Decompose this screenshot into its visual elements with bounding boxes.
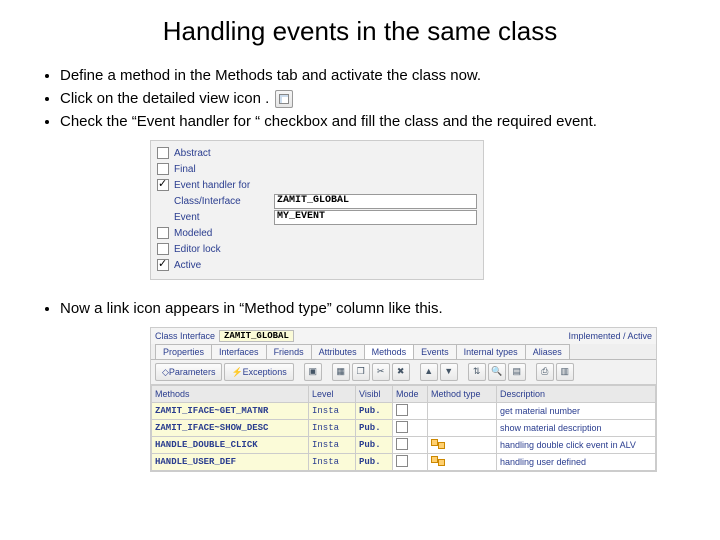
exceptions-button[interactable]: ⚡ Exceptions: [224, 363, 293, 381]
slide-title: Handling events in the same class: [20, 16, 700, 47]
methods-toolbar: ◇ Parameters ⚡ Exceptions ▣ ▦ ❐ ✂ ✖ ▲ ▼ …: [151, 360, 656, 385]
final-checkbox[interactable]: [157, 163, 169, 175]
class-builder-panel: Class Interface ZAMIT_GLOBAL Implemented…: [150, 327, 657, 472]
tab-attributes[interactable]: Attributes: [311, 344, 365, 359]
col-description: Description: [497, 386, 656, 403]
col-mode: Mode: [393, 386, 428, 403]
event-handler-checkbox[interactable]: [157, 179, 169, 191]
find-button[interactable]: 🔍: [488, 363, 506, 381]
bullet-list: Define a method in the Methods tab and a…: [20, 65, 700, 132]
methods-table: Methods Level Visibl Mode Method type De…: [151, 385, 656, 471]
detail-button[interactable]: ▥: [556, 363, 574, 381]
table-row[interactable]: HANDLE_USER_DEF Insta Pub. handling user…: [152, 454, 656, 471]
tab-aliases[interactable]: Aliases: [525, 344, 570, 359]
sort-button[interactable]: ⇅: [468, 363, 486, 381]
tab-friends[interactable]: Friends: [266, 344, 312, 359]
final-label: Final: [174, 164, 274, 175]
bullet-1: Define a method in the Methods tab and a…: [60, 65, 700, 86]
detail-view-icon: [275, 90, 293, 108]
modeled-checkbox[interactable]: [157, 227, 169, 239]
event-handler-link-icon: [431, 456, 445, 466]
class-interface-header-value: ZAMIT_GLOBAL: [219, 330, 294, 342]
table-row[interactable]: ZAMIT_IFACE~GET_MATNR Insta Pub. get mat…: [152, 403, 656, 420]
filter-button[interactable]: ▤: [508, 363, 526, 381]
status-text: Implemented / Active: [568, 331, 652, 341]
abstract-checkbox[interactable]: [157, 147, 169, 159]
col-visibility: Visibl: [356, 386, 393, 403]
class-interface-header-label: Class Interface: [155, 331, 215, 341]
delete-button[interactable]: ✖: [392, 363, 410, 381]
bullet-3: Check the “Event handler for “ checkbox …: [60, 111, 700, 132]
event-handler-label: Event handler for: [174, 180, 274, 191]
cut-button[interactable]: ✂: [372, 363, 390, 381]
class-tabs: Properties Interfaces Friends Attributes…: [151, 344, 656, 360]
mode-checkbox[interactable]: [396, 455, 408, 467]
col-level: Level: [309, 386, 356, 403]
tab-internal-types[interactable]: Internal types: [456, 344, 526, 359]
col-methods: Methods: [152, 386, 309, 403]
event-handler-link-icon: [431, 439, 445, 449]
copy-button[interactable]: ❐: [352, 363, 370, 381]
bullet-2: Click on the detailed view icon .: [60, 88, 700, 109]
mode-checkbox[interactable]: [396, 438, 408, 450]
mode-checkbox[interactable]: [396, 404, 408, 416]
active-checkbox[interactable]: [157, 259, 169, 271]
tab-methods[interactable]: Methods: [364, 344, 415, 359]
method-properties-panel: Abstract Final Event handler for Class/I…: [150, 140, 484, 280]
class-interface-label: Class/Interface: [174, 196, 274, 207]
parameters-button[interactable]: ◇ Parameters: [155, 363, 222, 381]
event-input[interactable]: MY_EVENT: [274, 210, 477, 225]
bullet-4: Now a link icon appears in “Method type”…: [60, 298, 700, 319]
tab-properties[interactable]: Properties: [155, 344, 212, 359]
tab-interfaces[interactable]: Interfaces: [211, 344, 267, 359]
insert-button[interactable]: ▦: [332, 363, 350, 381]
bullet-2-text: Click on the detailed view icon .: [60, 90, 269, 107]
source-code-icon[interactable]: ▣: [304, 363, 322, 381]
active-label: Active: [174, 260, 274, 271]
tab-events[interactable]: Events: [413, 344, 457, 359]
table-row[interactable]: HANDLE_DOUBLE_CLICK Insta Pub. handling …: [152, 437, 656, 454]
move-down-button[interactable]: ▼: [440, 363, 458, 381]
editlock-label: Editor lock: [174, 244, 274, 255]
table-row[interactable]: ZAMIT_IFACE~SHOW_DESC Insta Pub. show ma…: [152, 420, 656, 437]
modeled-label: Modeled: [174, 228, 274, 239]
print-button[interactable]: ⎙: [536, 363, 554, 381]
class-interface-input[interactable]: ZAMIT_GLOBAL: [274, 194, 477, 209]
mode-checkbox[interactable]: [396, 421, 408, 433]
bullet-list-2: Now a link icon appears in “Method type”…: [20, 298, 700, 319]
abstract-label: Abstract: [174, 148, 274, 159]
col-method-type: Method type: [428, 386, 497, 403]
event-label: Event: [174, 212, 274, 223]
move-up-button[interactable]: ▲: [420, 363, 438, 381]
editlock-checkbox[interactable]: [157, 243, 169, 255]
